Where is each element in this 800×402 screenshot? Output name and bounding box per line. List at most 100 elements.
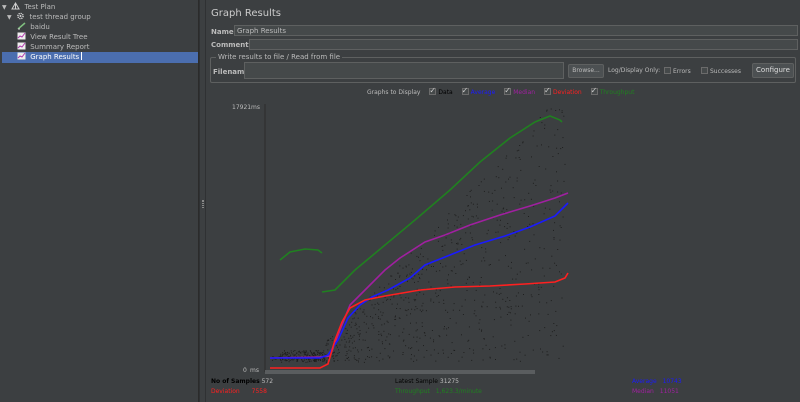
data-point [382, 312, 384, 314]
data-point [378, 360, 380, 362]
data-point [381, 314, 383, 316]
configure-button[interactable]: Configure [752, 63, 794, 78]
data-point [515, 305, 517, 307]
data-point [527, 262, 529, 264]
data-point [388, 333, 390, 335]
errors-checkbox[interactable]: Errors [664, 67, 691, 75]
data-point [532, 182, 534, 184]
errors-label: Errors [673, 68, 691, 75]
data-point [345, 355, 347, 356]
data-point [319, 352, 321, 353]
throughput-line [279, 248, 323, 261]
successes-checkbox-box[interactable] [701, 67, 708, 74]
data-point [336, 345, 338, 347]
data-point [428, 281, 430, 283]
data-point [419, 337, 421, 339]
test-plan-tree[interactable]: ▼ Test Plan ▼ test thread group baidu Vi… [0, 0, 199, 402]
data-point [553, 237, 555, 238]
browse-button[interactable]: Browse... [568, 64, 604, 78]
toggle-deviation-checkbox[interactable] [543, 86, 551, 95]
data-point [539, 247, 541, 249]
data-point [456, 226, 458, 228]
toggle-data[interactable]: Data [429, 86, 453, 96]
toggle-throughput[interactable]: Throughput [590, 86, 635, 96]
tree-expand-toggle[interactable]: ▼ [7, 12, 14, 23]
data-point [449, 318, 451, 319]
data-point [419, 278, 421, 280]
data-point [408, 297, 410, 299]
data-point [434, 234, 435, 236]
data-point [430, 266, 432, 267]
data-point [472, 216, 474, 218]
data-point [352, 336, 354, 338]
toggle-throughput-label: Throughput [599, 89, 635, 96]
toggle-data-checkbox[interactable] [429, 86, 437, 95]
splitter-grip-icon[interactable] [202, 200, 204, 208]
data-point [450, 285, 452, 287]
data-point [540, 348, 541, 350]
data-point [456, 243, 457, 245]
data-point [411, 308, 413, 310]
data-point [557, 153, 559, 155]
data-point [346, 353, 348, 355]
toggle-median[interactable]: Median [504, 86, 536, 96]
results-plot: 17921 ms 0 ms [232, 104, 569, 374]
average-label: Average [632, 378, 657, 385]
toggle-deviation[interactable]: Deviation [543, 86, 582, 96]
deviation-value: 7558 [251, 388, 267, 395]
data-point [463, 253, 465, 255]
data-point [364, 313, 366, 315]
data-point [421, 305, 423, 307]
data-point [314, 359, 316, 361]
tree-item-label: Test Plan [24, 3, 56, 11]
data-point [408, 347, 410, 349]
data-point [354, 325, 356, 326]
data-point [321, 353, 323, 355]
data-point [348, 337, 350, 339]
comments-input[interactable] [249, 39, 798, 50]
data-point [533, 234, 535, 236]
data-point [350, 335, 352, 337]
data-point [435, 292, 437, 294]
data-point [416, 308, 418, 310]
data-point [481, 247, 483, 249]
data-point [357, 349, 359, 351]
data-point [411, 354, 412, 356]
name-input[interactable] [234, 25, 798, 36]
data-point [423, 356, 425, 358]
data-point [491, 209, 493, 211]
tree-item-graph-results[interactable]: Graph Results [2, 52, 198, 63]
data-point [554, 134, 556, 136]
data-point [532, 349, 534, 351]
errors-checkbox-box[interactable] [664, 67, 671, 74]
data-point [402, 331, 404, 333]
data-point [447, 283, 449, 285]
toggle-average[interactable]: Average [461, 86, 495, 96]
data-point [323, 350, 325, 352]
samples-value: 572 [261, 378, 274, 385]
toggle-average-checkbox[interactable] [461, 86, 469, 95]
data-point [443, 299, 445, 301]
data-point [519, 271, 521, 273]
toggle-median-label: Median [513, 89, 536, 96]
data-point [353, 334, 355, 336]
data-point [492, 200, 494, 202]
data-point [315, 361, 317, 362]
data-point [402, 352, 404, 353]
data-point [533, 130, 535, 132]
toggle-throughput-checkbox[interactable] [590, 86, 598, 95]
successes-checkbox[interactable]: Successes [701, 67, 741, 75]
data-point [544, 124, 546, 126]
filename-input[interactable] [244, 62, 564, 79]
toggle-median-checkbox[interactable] [504, 86, 512, 95]
data-point [365, 358, 367, 360]
data-point [539, 330, 541, 332]
panel-splitter[interactable] [199, 0, 206, 402]
data-point [545, 168, 547, 170]
data-point [408, 301, 410, 303]
data-point [557, 129, 559, 131]
data-point [431, 330, 433, 331]
data-point [485, 251, 487, 253]
data-point [546, 109, 548, 111]
data-point [451, 242, 453, 244]
